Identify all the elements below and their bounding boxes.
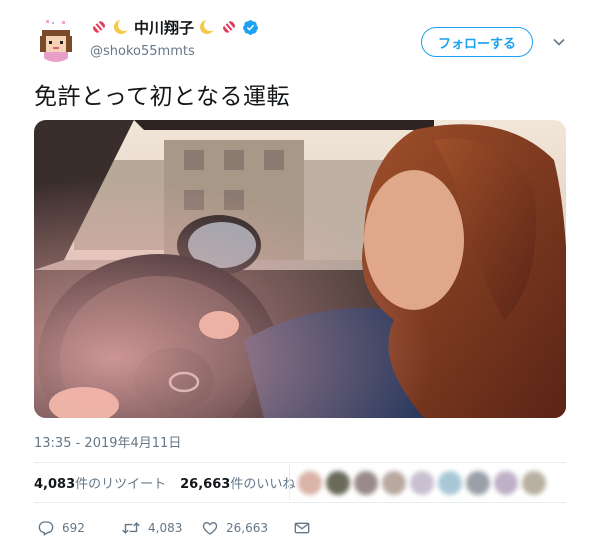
crescent-moon-icon <box>114 19 130 34</box>
candy-icon <box>223 21 235 33</box>
car-interior-photo <box>34 120 566 418</box>
liker-avatar[interactable] <box>410 471 434 495</box>
direct-message-button[interactable] <box>294 520 310 536</box>
reply-button[interactable]: 692 <box>38 520 122 536</box>
follow-button[interactable]: フォローする <box>421 27 533 57</box>
action-bar: 692 4,083 26,663 <box>38 518 310 538</box>
like-stat-count: 26,663 <box>180 476 231 492</box>
reply-icon <box>38 521 54 536</box>
heart-icon <box>202 521 218 535</box>
retweet-icon <box>122 522 140 534</box>
tweet-text: 免許とって初となる運転 <box>34 84 290 110</box>
liker-avatar[interactable] <box>382 471 406 495</box>
envelope-icon <box>294 522 310 534</box>
like-count: 26,663 <box>226 521 268 535</box>
author-name-row[interactable]: 中川翔子 <box>90 16 259 38</box>
crescent-moon-icon <box>200 19 217 34</box>
like-stat-label: 件のいいね <box>230 476 296 492</box>
liker-avatar[interactable] <box>326 471 350 495</box>
author-handle[interactable]: @shoko55mmts <box>90 44 195 59</box>
avatar[interactable] <box>34 18 78 62</box>
verified-badge-icon <box>243 19 258 35</box>
tweet-card: 中川翔子 @shoko55mmts フォローする 免許とって初となる運転 13:… <box>0 0 600 544</box>
liker-avatar[interactable] <box>438 471 462 495</box>
retweet-stat-count: 4,083 <box>34 476 76 492</box>
candy-icon <box>93 21 105 33</box>
engagement-stats: 4,083件のリツイート 26,663件のいいね <box>34 466 309 498</box>
tweet-timestamp[interactable]: 13:35 - 2019年4月11日 <box>34 432 181 451</box>
liker-avatars <box>298 471 546 495</box>
retweet-stat[interactable]: 4,083件のリツイート <box>34 473 166 492</box>
liker-avatar[interactable] <box>494 471 518 495</box>
display-name[interactable]: 中川翔子 <box>134 17 194 38</box>
reply-count: 692 <box>62 521 85 535</box>
liker-avatar[interactable] <box>466 471 490 495</box>
liker-avatar[interactable] <box>354 471 378 495</box>
like-stat[interactable]: 26,663件のいいね <box>180 473 295 492</box>
tweet-video[interactable] <box>34 120 566 418</box>
divider <box>34 502 566 503</box>
stats-divider <box>289 464 290 500</box>
liker-avatar[interactable] <box>522 471 546 495</box>
divider <box>34 462 566 463</box>
retweet-button[interactable]: 4,083 <box>122 520 202 536</box>
retweet-stat-label: 件のリツイート <box>75 476 167 492</box>
chevron-down-icon[interactable] <box>553 38 565 46</box>
liker-avatar[interactable] <box>298 471 322 495</box>
pixel-avatar-icon <box>34 18 78 62</box>
retweet-count: 4,083 <box>148 521 183 535</box>
like-button[interactable]: 26,663 <box>202 520 294 536</box>
